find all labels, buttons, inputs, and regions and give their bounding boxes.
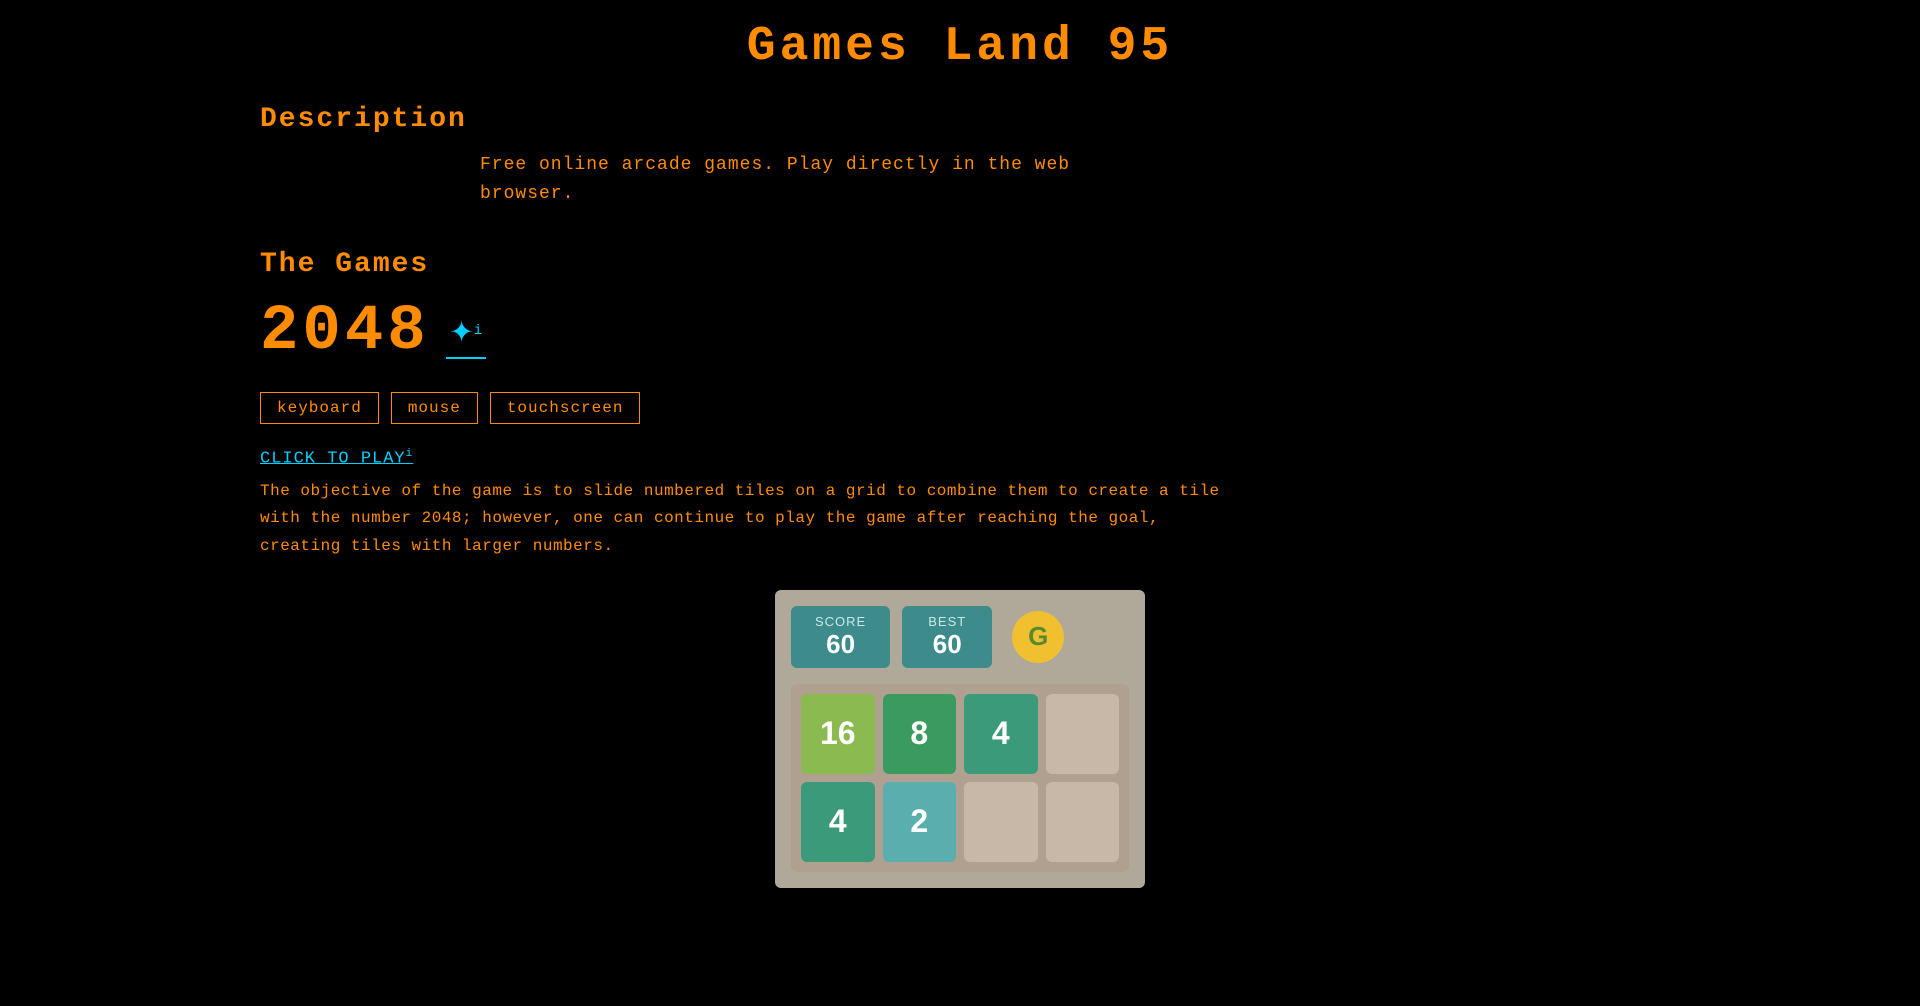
grid-tile: 16 (801, 694, 875, 774)
game-title-row: 2048 ✦i (260, 296, 1660, 368)
score-label: SCORE (815, 614, 866, 629)
tags-row: keyboard mouse touchscreen (260, 392, 1660, 424)
page-title: Games Land 95 (0, 0, 1920, 104)
games-section: The Games 2048 ✦i keyboard mouse touchsc… (260, 249, 1660, 888)
grid-tile: 8 (883, 694, 957, 774)
tag-keyboard: keyboard (260, 392, 379, 424)
click-to-play-link[interactable]: CLICK TO PLAYi (260, 448, 413, 469)
score-value: 60 (815, 629, 866, 660)
game-icon-super: i (474, 323, 482, 339)
games-heading: The Games (260, 249, 1660, 280)
game-icon: ✦i (446, 304, 487, 359)
game-description: The objective of the game is to slide nu… (260, 478, 1240, 560)
restart-icon: G (1028, 621, 1048, 652)
best-label: BEST (926, 614, 968, 629)
grid-tile: 4 (964, 694, 1038, 774)
game-grid: 1684 42 (791, 684, 1129, 872)
game-restart-button[interactable]: G (1012, 611, 1064, 663)
grid-tile (1046, 782, 1120, 862)
click-to-play-wrapper: CLICK TO PLAYi (260, 448, 1660, 479)
best-box: BEST 60 (902, 606, 992, 668)
page-wrapper: Games Land 95 Description Free online ar… (0, 0, 1920, 888)
score-row: SCORE 60 BEST 60 G (791, 606, 1129, 668)
click-super: i (406, 448, 414, 460)
best-value: 60 (926, 629, 968, 660)
game-title: 2048 (260, 296, 430, 368)
click-to-play-text: CLICK TO PLAY (260, 449, 406, 468)
content-area: Description Free online arcade games. Pl… (0, 104, 1920, 888)
grid-tile: 2 (883, 782, 957, 862)
grid-tile: 4 (801, 782, 875, 862)
game-preview: SCORE 60 BEST 60 G 1684 42 (775, 590, 1145, 888)
tag-touchscreen: touchscreen (490, 392, 641, 424)
score-box: SCORE 60 (791, 606, 890, 668)
description-line1: Free online arcade games. Play directly … (480, 155, 1070, 175)
description-line2: browser. (480, 184, 574, 204)
grid-tile (1046, 694, 1120, 774)
description-text: Free online arcade games. Play directly … (260, 151, 1660, 209)
description-heading: Description (260, 104, 1660, 135)
grid-tile (964, 782, 1038, 862)
tag-mouse: mouse (391, 392, 478, 424)
